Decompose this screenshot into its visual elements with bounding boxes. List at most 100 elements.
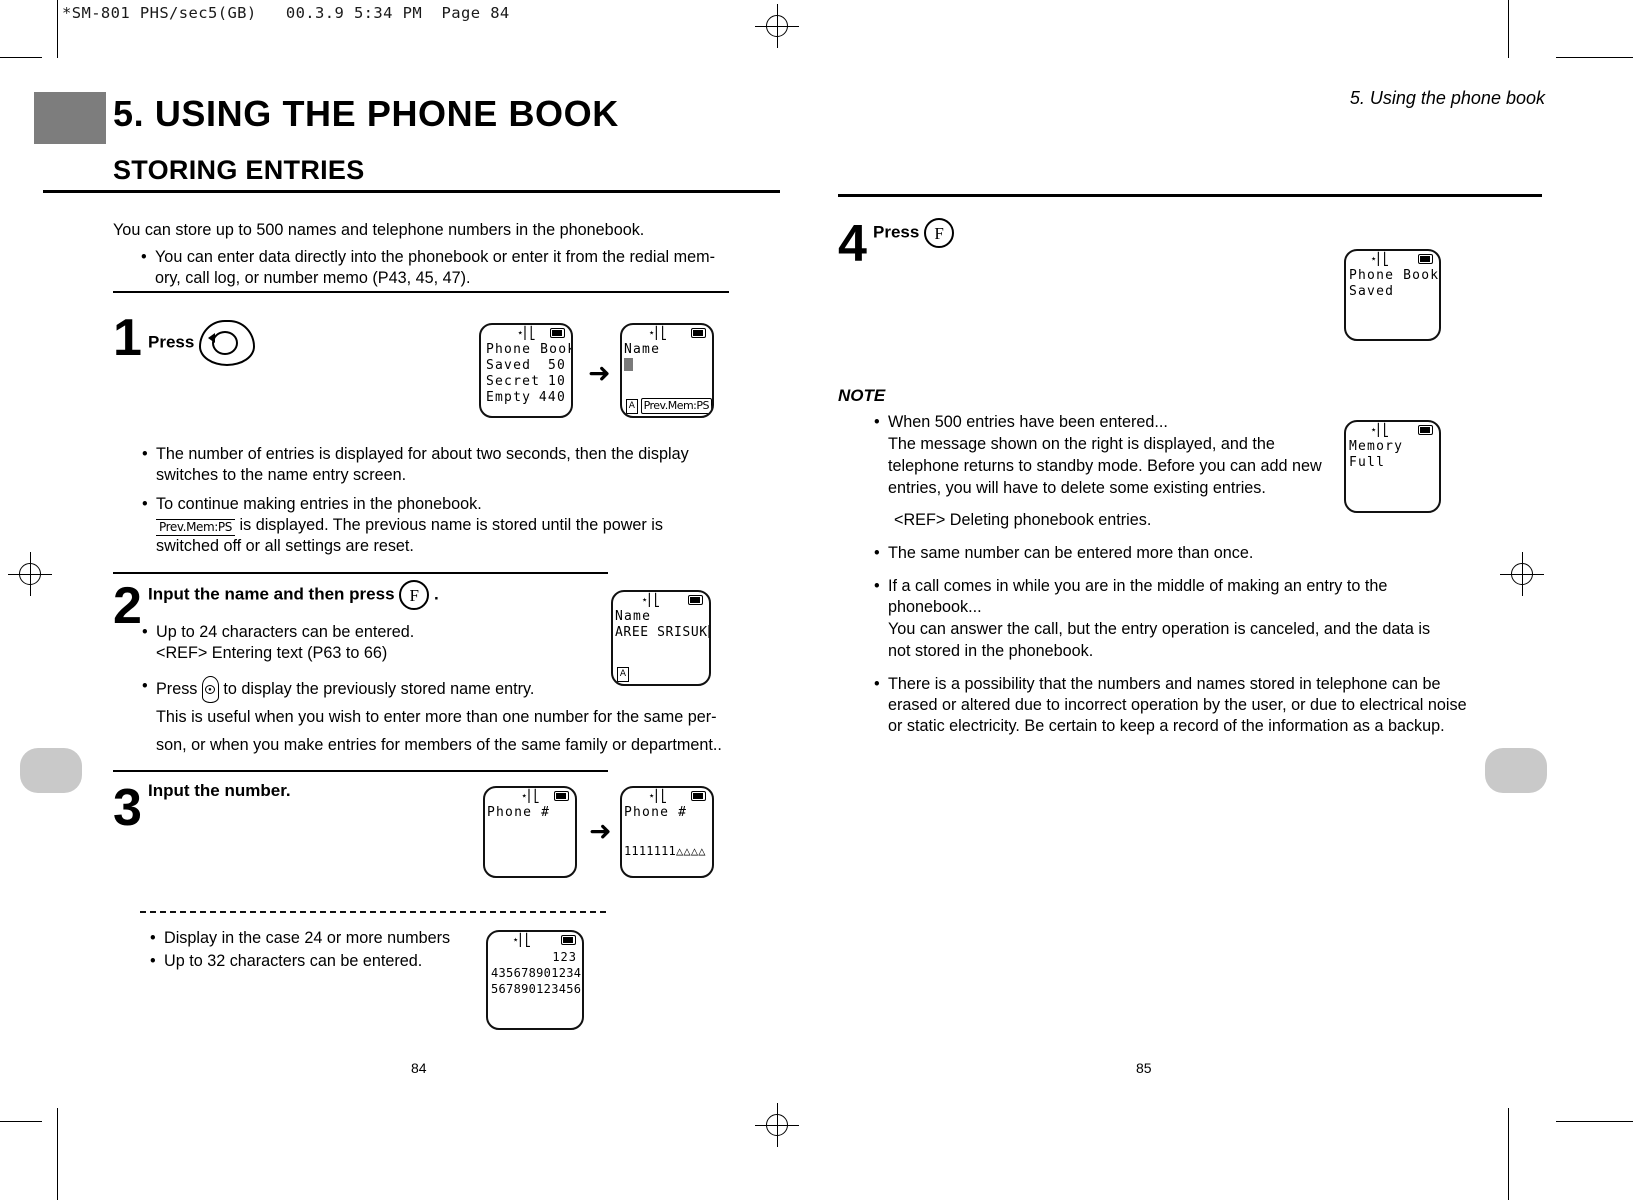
step-4-label: Press F (873, 218, 955, 248)
divider-dashed-24-numbers (140, 911, 606, 913)
lcd-saved-line-2: Saved (1349, 284, 1395, 299)
lcd-memfull-line-1: Memory (1349, 439, 1404, 454)
lcd-statusbar: ⋆⎢⎣ (488, 932, 582, 949)
crop-rule-bottom-left (0, 1121, 42, 1122)
scroll-key-icon[interactable]: ● (201, 676, 219, 703)
step-1-note-1: The number of entries is displayed for a… (140, 444, 700, 486)
lcd-statusbar: ⋆⎢⎣ (1346, 422, 1439, 439)
lcd-row-value: 440 (538, 390, 566, 405)
battery-icon (1418, 425, 1433, 435)
chapter-title: 5. USING THE PHONE BOOK (113, 93, 619, 134)
lcd-title: Name (624, 342, 661, 357)
lcd-saved: ⋆⎢⎣ Phone Book Saved (1344, 249, 1441, 341)
prepress-slug: *SM-801 PHS/sec5(GB) 00.3.9 5:34 PM Page… (62, 4, 510, 22)
step-2-press-tail: to display the previously stored name en… (223, 679, 535, 698)
lcd-phone-empty: ⋆⎢⎣ Phone # (483, 786, 577, 878)
signal-icon: ⋆⎢⎣ (648, 326, 668, 340)
lcd-number-line-2: 435678901234 (491, 966, 582, 980)
signal-icon: ⋆⎢⎣ (1370, 423, 1390, 437)
lcd-name-empty: ⋆⎢⎣ Name A Prev.Mem:PS (620, 323, 714, 418)
lcd-row: Secret 10 (481, 374, 571, 390)
crop-mark-right-top (1508, 0, 1509, 58)
softkey-prev-mem[interactable]: Prev.Mem:PS (640, 398, 712, 414)
battery-icon (691, 328, 706, 338)
lcd-row-label: Empty (486, 390, 532, 405)
f-key-icon[interactable]: F (399, 580, 430, 610)
lcd-row: Empty 440 (481, 390, 571, 406)
prev-mem-chip: Prev.Mem:PS (156, 519, 235, 536)
lcd-number-line-1: 123 (552, 950, 577, 964)
step-3-note-1: Display in the case 24 or more numbers (148, 928, 478, 949)
step-2-label: Input the name and then press F . (148, 580, 439, 610)
step-2-note-press: Press ● to display the previously stored… (140, 676, 740, 703)
registration-mark-bottom (755, 1103, 799, 1147)
step-2-label-text: Input the name and then press (148, 584, 395, 604)
signal-icon: ⋆⎢⎣ (520, 789, 541, 803)
lcd-phone-value: 1111111△△△△ (624, 844, 706, 858)
running-head: 5. Using the phone book (1349, 88, 1545, 108)
step-4-label-text: Press (873, 222, 920, 242)
note-item-2-body: The same number can be entered more than… (872, 543, 1492, 564)
power-oval-key-icon[interactable] (199, 320, 256, 366)
battery-icon (1418, 254, 1433, 264)
step-1-label: Press (148, 320, 256, 366)
note-item-3-head: If a call comes in while you are in the … (872, 576, 1462, 618)
ime-indicator-icon: A (626, 399, 638, 414)
lcd-cursor-line (622, 358, 712, 374)
step-3-label: Input the number. (148, 781, 291, 800)
divider-step3 (113, 770, 608, 772)
step-2-number: 2 (113, 577, 142, 635)
lcd-saved-line-1: Phone Book (1349, 268, 1440, 283)
header-rule-left (43, 190, 780, 193)
signal-icon: ⋆⎢⎣ (512, 933, 532, 947)
crop-mark-left-top (57, 0, 58, 58)
crop-rule-bottom-right (1556, 1121, 1633, 1122)
step-2-label-tail: . (434, 584, 439, 604)
signal-icon: ⋆⎢⎣ (516, 326, 537, 340)
battery-icon (691, 791, 706, 801)
registration-mark-right (1500, 552, 1544, 596)
section-title: STORING ENTRIES (113, 155, 365, 185)
step-2-note-4: This is useful when you wish to enter mo… (156, 708, 717, 726)
signal-icon: ⋆⎢⎣ (648, 789, 668, 803)
signal-icon: ⋆⎢⎣ (1370, 252, 1390, 266)
manual-page-spread: *SM-801 PHS/sec5(GB) 00.3.9 5:34 PM Page… (0, 0, 1633, 1200)
step-2-press-word: Press (156, 679, 198, 698)
intro-lead: You can store up to 500 names and teleph… (113, 221, 645, 239)
lcd-statusbar: ⋆⎢⎣ (485, 788, 575, 805)
intro-block: You can store up to 500 names and teleph… (113, 220, 733, 289)
chapter-number-block (34, 92, 106, 144)
crop-mark-left-bottom (57, 1108, 58, 1200)
lcd-long-number: ⋆⎢⎣ 123 435678901234 567890123456 (486, 930, 584, 1030)
lcd-row: Saved 50 (481, 358, 571, 374)
folio-left: 84 (411, 1060, 427, 1076)
lcd-statusbar: ⋆⎢⎣ (622, 325, 712, 342)
divider-step1 (113, 291, 729, 293)
step-3-notes: Display in the case 24 or more numbers U… (148, 928, 478, 972)
lcd-softkey-bar: A Prev.Mem:PS (622, 398, 712, 414)
lcd-title: Phone # (487, 805, 551, 820)
lcd-phone-filled: ⋆⎢⎣ Phone # 1111111△△△△ (620, 786, 714, 878)
step-2-note-5: son, or when you make entries for member… (156, 736, 722, 754)
registration-mark-top (755, 4, 799, 48)
step-4-number: 4 (838, 215, 867, 273)
lcd-statusbar: ⋆⎢⎣ (622, 788, 712, 805)
battery-icon (554, 791, 569, 801)
f-key-icon[interactable]: F (924, 218, 955, 248)
lcd-row-value: 10 (547, 374, 566, 389)
battery-icon (550, 328, 565, 338)
step-1-note-3: Prev.Mem:PS is displayed. The previous n… (140, 515, 728, 557)
flow-arrow-step3: ➜ (589, 816, 612, 847)
lcd-row-value: 50 (547, 358, 566, 373)
thumb-tab-left (20, 748, 82, 793)
flow-arrow-step1: ➜ (588, 358, 611, 389)
lcd-number-line-3: 567890123456 (491, 982, 582, 996)
step-2-notes: Up to 24 characters can be entered. <REF… (140, 622, 740, 759)
lcd-row-label: Secret (486, 374, 541, 389)
crop-rule-top-right (1556, 57, 1633, 58)
step-2-note-1: Up to 24 characters can be entered. (140, 622, 740, 643)
note-heading: NOTE (838, 386, 886, 405)
text-cursor (624, 358, 633, 371)
note-item-4-body: There is a possibility that the numbers … (872, 674, 1482, 737)
lcd-phonebook-counts: ⋆⎢⎣ Phone Book Saved 50 Secret 10 Empty … (479, 323, 573, 418)
